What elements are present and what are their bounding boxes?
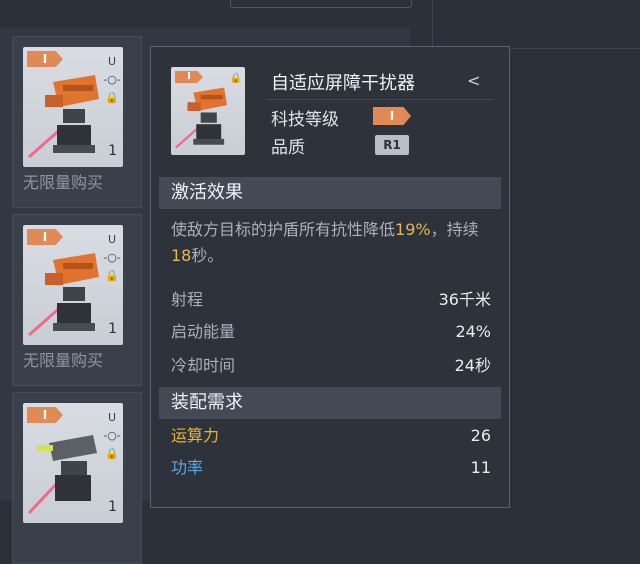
slot-indicator: U -○- 🔒 xyxy=(103,231,121,285)
stat-label: 射程 xyxy=(171,290,204,309)
requirement-value: 11 xyxy=(470,458,491,477)
requirement-label: 功率 xyxy=(171,458,204,477)
requirement-row-compute: 运算力 26 xyxy=(171,423,491,449)
quality-label: 品质 xyxy=(271,138,305,158)
stat-row-cooldown: 冷却时间 24秒 xyxy=(171,353,491,379)
stat-row-energy: 启动能量 24% xyxy=(171,319,491,345)
item-thumbnail: I U -○- 🔒 1 xyxy=(23,403,123,523)
desc-text: 使敌方目标的护盾所有抗性降低 xyxy=(171,220,396,239)
desc-text: ，持续 xyxy=(430,220,479,239)
stat-value: 24% xyxy=(455,322,491,341)
requirement-label: 运算力 xyxy=(171,426,220,445)
item-card[interactable]: I U -○- 🔒 1 xyxy=(12,392,142,564)
item-quantity: 1 xyxy=(108,499,117,515)
requirements-header: 装配需求 xyxy=(159,387,501,419)
requirement-value: 26 xyxy=(470,426,491,445)
slot-type-label: U xyxy=(107,411,117,424)
lock-icon: 🔒 xyxy=(105,91,119,104)
item-thumbnail: I U -○- 🔒 1 xyxy=(23,47,123,167)
link-icon: -○- xyxy=(103,73,121,86)
activation-effect-header: 激活效果 xyxy=(159,177,501,209)
tier-badge: I xyxy=(175,71,203,83)
tier-badge: I xyxy=(27,51,63,67)
lock-icon: 🔒 xyxy=(105,269,119,282)
item-title: 自适应屏障干扰器 xyxy=(271,73,415,94)
item-thumbnail: I U -○- 🔒 1 xyxy=(23,225,123,345)
link-icon: -○- xyxy=(103,251,121,264)
desc-highlight: 19% xyxy=(395,220,431,239)
tier-badge: I xyxy=(27,407,63,423)
share-icon[interactable]: < xyxy=(467,71,480,90)
item-card[interactable]: I U -○- 🔒 1 无限量购买 xyxy=(12,214,142,386)
slot-type-label: U xyxy=(107,233,117,246)
top-frame xyxy=(230,0,412,8)
desc-text: 秒。 xyxy=(191,246,224,265)
slot-type-label: U xyxy=(107,55,117,68)
stat-row-range: 射程 36千米 xyxy=(171,287,491,313)
item-tooltip: I 🔒 自适应屏障干扰器 < 科技等级 I 品质 R1 激活效果 使敌方目标的护… xyxy=(150,46,510,508)
tech-level-label: 科技等级 xyxy=(271,110,339,130)
tier-badge: I xyxy=(27,229,63,245)
lock-icon: 🔒 xyxy=(105,447,119,460)
item-card[interactable]: I U -○- 🔒 1 无限量购买 xyxy=(12,36,142,208)
slot-indicator: U -○- 🔒 xyxy=(103,409,121,463)
purchase-limit-label: 无限量购买 xyxy=(23,173,104,192)
lock-icon: 🔒 xyxy=(229,73,242,84)
quality-badge: R1 xyxy=(375,135,409,155)
stat-label: 启动能量 xyxy=(171,322,236,341)
desc-highlight: 18 xyxy=(171,246,192,265)
slot-indicator: U -○- 🔒 xyxy=(103,53,121,107)
stat-value: 24秒 xyxy=(454,356,491,375)
divider-line xyxy=(267,99,493,100)
tech-level-badge: I xyxy=(373,107,411,125)
stat-value: 36千米 xyxy=(438,290,491,309)
link-icon: -○- xyxy=(103,429,121,442)
item-quantity: 1 xyxy=(108,143,117,159)
effect-description: 使敌方目标的护盾所有抗性降低19%，持续 18秒。 xyxy=(171,217,491,269)
item-quantity: 1 xyxy=(108,321,117,337)
requirement-row-power: 功率 11 xyxy=(171,455,491,481)
tooltip-item-thumbnail: I 🔒 xyxy=(171,67,245,155)
purchase-limit-label: 无限量购买 xyxy=(23,351,104,370)
stat-label: 冷却时间 xyxy=(171,356,236,375)
